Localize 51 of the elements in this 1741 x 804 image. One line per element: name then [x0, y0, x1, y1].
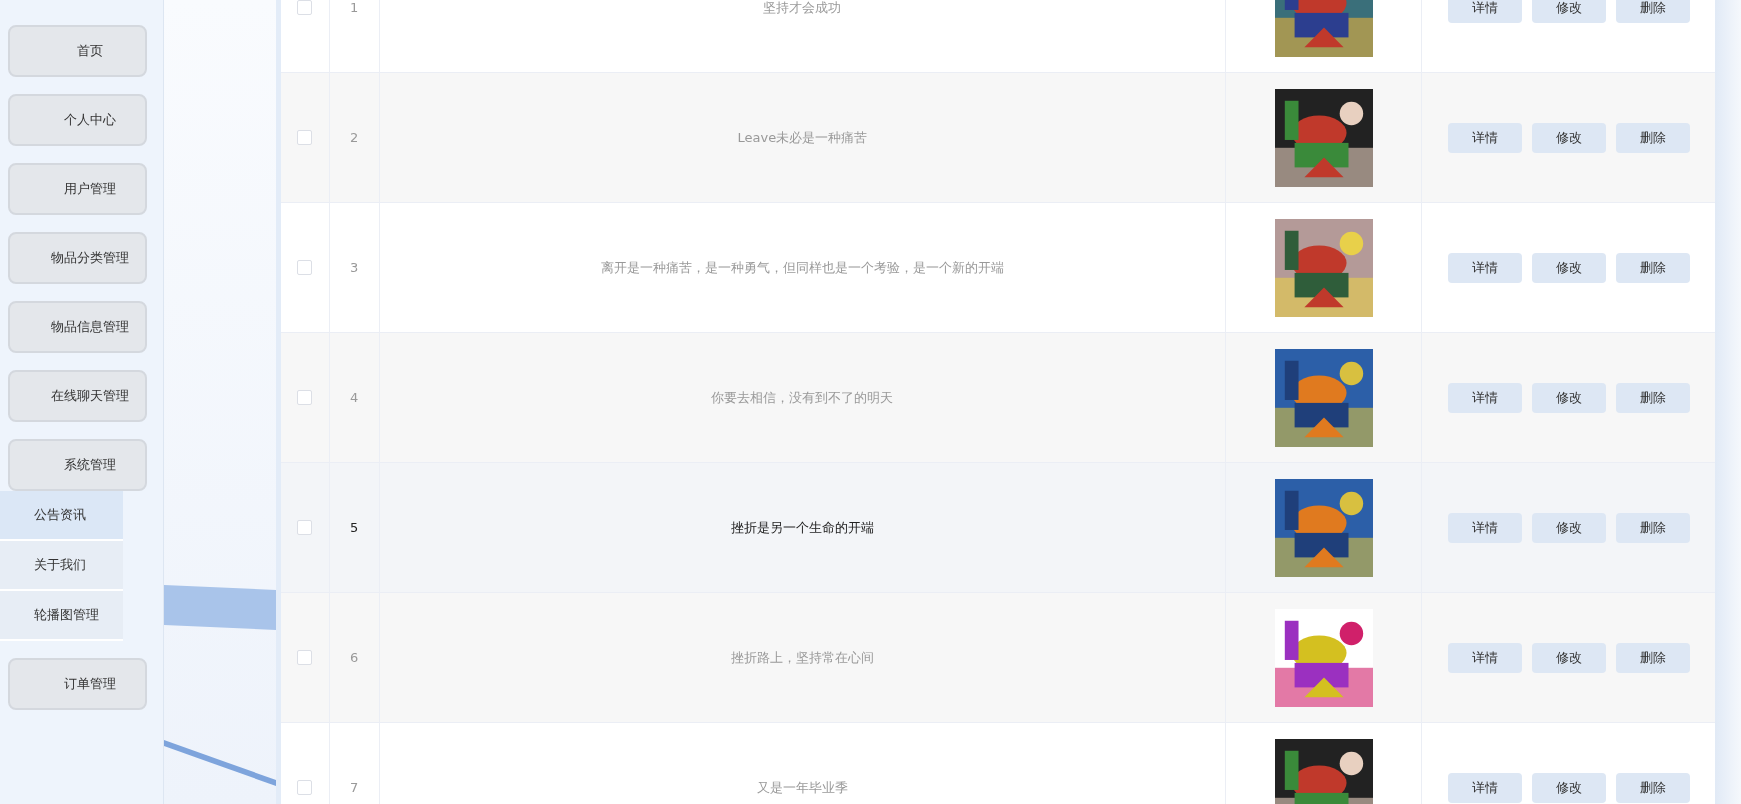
- action-button[interactable]: 详情: [1447, 0, 1522, 23]
- action-button[interactable]: 修改: [1531, 252, 1606, 283]
- row-checkbox[interactable]: [297, 130, 313, 145]
- action-button[interactable]: 删除: [1615, 512, 1690, 543]
- menu-item[interactable]: 系统管理: [8, 439, 147, 491]
- action-button[interactable]: 删除: [1615, 0, 1690, 23]
- action-button[interactable]: 修改: [1531, 382, 1606, 413]
- menu-item[interactable]: 个人中心: [8, 94, 147, 146]
- menu-item[interactable]: 订单管理: [8, 658, 147, 710]
- menu-item[interactable]: 物品分类管理: [8, 232, 147, 284]
- row-checkbox[interactable]: [297, 520, 313, 535]
- action-button[interactable]: 修改: [1531, 512, 1606, 543]
- row-number: 2: [350, 130, 359, 145]
- row-number: 6: [350, 650, 359, 665]
- table-cell: 又是一年毕业季: [756, 778, 848, 797]
- action-button[interactable]: 详情: [1447, 382, 1522, 413]
- row-number: 1: [350, 0, 359, 15]
- row-number: 3: [350, 260, 359, 275]
- table-cell: 挫折路上，坚持常在心间: [730, 648, 874, 667]
- action-button[interactable]: 修改: [1531, 0, 1606, 23]
- action-button[interactable]: 删除: [1615, 122, 1690, 153]
- table-cell: 坚持才会成功: [763, 0, 842, 17]
- action-button[interactable]: 修改: [1531, 122, 1606, 153]
- submenu-item[interactable]: 公告资讯: [0, 491, 123, 541]
- menu-item[interactable]: 物品信息管理: [8, 301, 147, 353]
- menu-item[interactable]: 在线聊天管理: [8, 370, 147, 422]
- action-button[interactable]: 删除: [1615, 642, 1690, 673]
- action-button[interactable]: 详情: [1447, 512, 1522, 543]
- row-number: 7: [350, 780, 359, 795]
- action-button[interactable]: 修改: [1531, 772, 1606, 803]
- action-button[interactable]: 详情: [1447, 122, 1522, 153]
- action-button[interactable]: 删除: [1615, 252, 1690, 283]
- row-checkbox[interactable]: [297, 780, 313, 795]
- row-number: 4: [350, 390, 359, 405]
- submenu-item[interactable]: 轮播图管理: [0, 591, 123, 641]
- menu-item[interactable]: 首页: [8, 25, 147, 77]
- submenu-item[interactable]: 关于我们: [0, 541, 123, 591]
- table-cell: 挫折是另一个生命的开端: [730, 518, 874, 537]
- action-button[interactable]: 详情: [1447, 772, 1522, 803]
- row-checkbox[interactable]: [297, 650, 313, 665]
- action-button[interactable]: 详情: [1447, 642, 1522, 673]
- table-cell: 你要去相信，没有到不了的明天: [711, 388, 894, 407]
- row-checkbox[interactable]: [297, 260, 313, 275]
- row-checkbox[interactable]: [297, 390, 313, 405]
- row-checkbox[interactable]: [297, 0, 313, 15]
- action-button[interactable]: 修改: [1531, 642, 1606, 673]
- row-number: 5: [350, 520, 359, 535]
- menu-item[interactable]: 用户管理: [8, 163, 147, 215]
- action-button[interactable]: 删除: [1615, 772, 1690, 803]
- action-button[interactable]: 删除: [1615, 382, 1690, 413]
- action-button[interactable]: 详情: [1447, 252, 1522, 283]
